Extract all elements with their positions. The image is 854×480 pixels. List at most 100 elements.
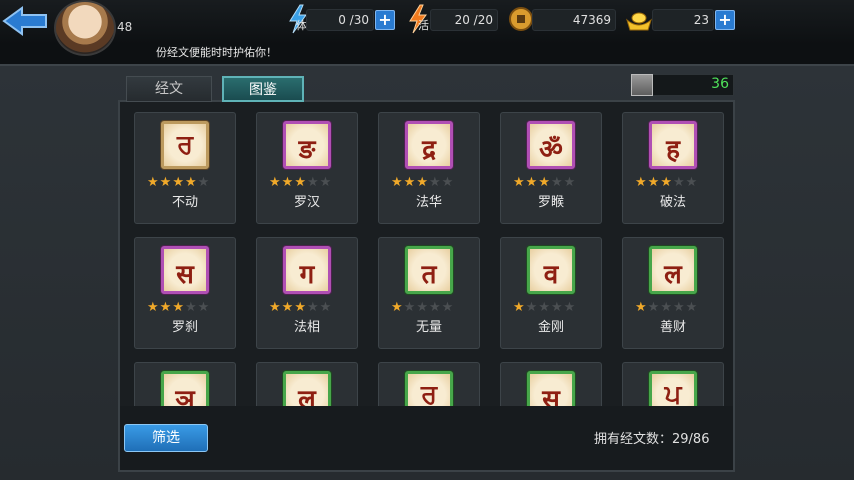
star-empty-icon: ★ — [428, 175, 442, 190]
star-rating: ★★★★★ — [147, 300, 227, 315]
star-filled-icon: ★ — [513, 175, 526, 190]
star-rating: ★★★★★ — [147, 175, 227, 190]
player-avatar[interactable] — [54, 0, 116, 56]
card-glyph: ग — [299, 260, 315, 290]
codex-card[interactable]: ਰ — [378, 362, 480, 406]
tab-scriptures[interactable]: 经文 — [126, 76, 212, 102]
sanskrit-glyph-icon: ਰ — [161, 121, 209, 169]
star-rating: ★★★★★ — [635, 300, 715, 315]
star-rating: ★★★★★ — [391, 300, 471, 315]
coin-value: 47369 — [532, 9, 616, 31]
star-filled-icon: ★ — [172, 300, 185, 315]
star-rating: ★★★★★ — [269, 175, 349, 190]
star-rating: ★★★★★ — [391, 175, 471, 190]
star-filled-icon: ★ — [184, 175, 198, 190]
sanskrit-glyph-icon: ਪ — [649, 371, 697, 406]
sanskrit-glyph-icon: ङ — [283, 121, 331, 169]
sanskrit-glyph-icon: ॐ — [527, 121, 575, 169]
star-empty-icon: ★ — [672, 175, 686, 190]
card-name: 无量 — [415, 320, 442, 335]
star-empty-icon: ★ — [550, 175, 564, 190]
star-rating: ★★★★★ — [513, 300, 593, 315]
card-name: 法华 — [415, 195, 442, 210]
scroll-icon — [631, 74, 653, 96]
codex-card[interactable]: ॐ ★★★★★ 罗睺 — [500, 112, 602, 224]
card-name: 不动 — [171, 195, 198, 210]
card-glyph: ਰ — [420, 380, 438, 406]
card-name: 罗汉 — [293, 195, 320, 210]
card-glyph: ਰ — [176, 130, 194, 160]
star-filled-icon: ★ — [172, 175, 185, 190]
owned-count: 拥有经文数：29/86 — [594, 432, 710, 447]
vitality-value: 20 /20 — [430, 9, 498, 31]
coin-icon — [509, 7, 533, 31]
star-filled-icon: ★ — [525, 175, 539, 190]
star-empty-icon: ★ — [441, 300, 455, 315]
star-empty-icon: ★ — [660, 300, 673, 315]
star-filled-icon: ★ — [281, 300, 295, 315]
star-filled-icon: ★ — [538, 175, 551, 190]
codex-card[interactable]: ग ★★★★★ 法相 — [256, 237, 358, 349]
star-empty-icon: ★ — [685, 300, 699, 315]
codex-card[interactable]: ञ — [134, 362, 236, 406]
add-gold-button[interactable]: + — [715, 10, 735, 30]
star-empty-icon: ★ — [441, 175, 455, 190]
star-filled-icon: ★ — [403, 175, 417, 190]
collection-count-box: 36 — [630, 74, 734, 96]
star-filled-icon: ★ — [269, 300, 282, 315]
card-glyph: स — [176, 260, 194, 290]
codex-card[interactable]: ह ★★★★★ 破法 — [622, 112, 724, 224]
codex-card[interactable]: व ★★★★★ 金刚 — [500, 237, 602, 349]
star-empty-icon: ★ — [563, 175, 577, 190]
codex-grid: ਰ ★★★★★ 不动 ङ ★★★★★ 罗汉 द्र ★★★★★ 法华 ॐ ★★★★★ 罗睺 ह ★★★★★… — [126, 108, 730, 406]
star-filled-icon: ★ — [391, 300, 404, 315]
star-empty-icon: ★ — [647, 300, 661, 315]
card-glyph: त — [421, 260, 437, 290]
add-stamina-button[interactable]: + — [375, 10, 395, 30]
codex-card[interactable]: ਰ ★★★★★ 不动 — [134, 112, 236, 224]
sanskrit-glyph-icon: ग — [283, 246, 331, 294]
sanskrit-glyph-icon: ਰ — [405, 371, 453, 406]
codex-card[interactable]: ਪ — [622, 362, 724, 406]
star-filled-icon: ★ — [660, 175, 673, 190]
star-filled-icon: ★ — [269, 175, 282, 190]
codex-card[interactable]: ङ ★★★★★ 罗汉 — [256, 112, 358, 224]
codex-card[interactable]: ल ★★★★★ 善财 — [622, 237, 724, 349]
card-glyph: ङ — [298, 135, 316, 165]
gold-value: 23 — [652, 9, 714, 31]
star-empty-icon: ★ — [306, 300, 320, 315]
card-glyph: स — [542, 385, 560, 406]
card-glyph: ल — [664, 260, 682, 290]
star-empty-icon: ★ — [525, 300, 539, 315]
star-rating: ★★★★★ — [635, 175, 715, 190]
card-name: 法相 — [293, 320, 320, 335]
star-empty-icon: ★ — [184, 300, 198, 315]
tab-codex[interactable]: 图鉴 — [222, 76, 304, 102]
card-name: 金刚 — [537, 320, 564, 335]
star-rating: ★★★★★ — [269, 300, 349, 315]
star-empty-icon: ★ — [197, 300, 211, 315]
filter-button[interactable]: 筛选 — [124, 424, 208, 452]
star-empty-icon: ★ — [306, 175, 320, 190]
star-empty-icon: ★ — [428, 300, 442, 315]
star-filled-icon: ★ — [391, 175, 404, 190]
codex-card[interactable]: ल — [256, 362, 358, 406]
star-filled-icon: ★ — [635, 175, 648, 190]
card-name: 破法 — [659, 195, 686, 210]
card-name: 罗刹 — [171, 320, 198, 335]
star-empty-icon: ★ — [672, 300, 686, 315]
star-filled-icon: ★ — [159, 175, 173, 190]
codex-card[interactable]: स ★★★★★ 罗刹 — [134, 237, 236, 349]
sanskrit-glyph-icon: ल — [649, 246, 697, 294]
star-filled-icon: ★ — [635, 300, 648, 315]
codex-card[interactable]: स — [500, 362, 602, 406]
sanskrit-glyph-icon: त — [405, 246, 453, 294]
codex-card[interactable]: त ★★★★★ 无量 — [378, 237, 480, 349]
star-empty-icon: ★ — [197, 175, 211, 190]
card-glyph: व — [543, 260, 559, 290]
star-filled-icon: ★ — [294, 175, 307, 190]
codex-card[interactable]: द्र ★★★★★ 法华 — [378, 112, 480, 224]
sanskrit-glyph-icon: व — [527, 246, 575, 294]
sanskrit-glyph-icon: ञ — [161, 371, 209, 406]
back-arrow-icon[interactable] — [2, 6, 48, 36]
